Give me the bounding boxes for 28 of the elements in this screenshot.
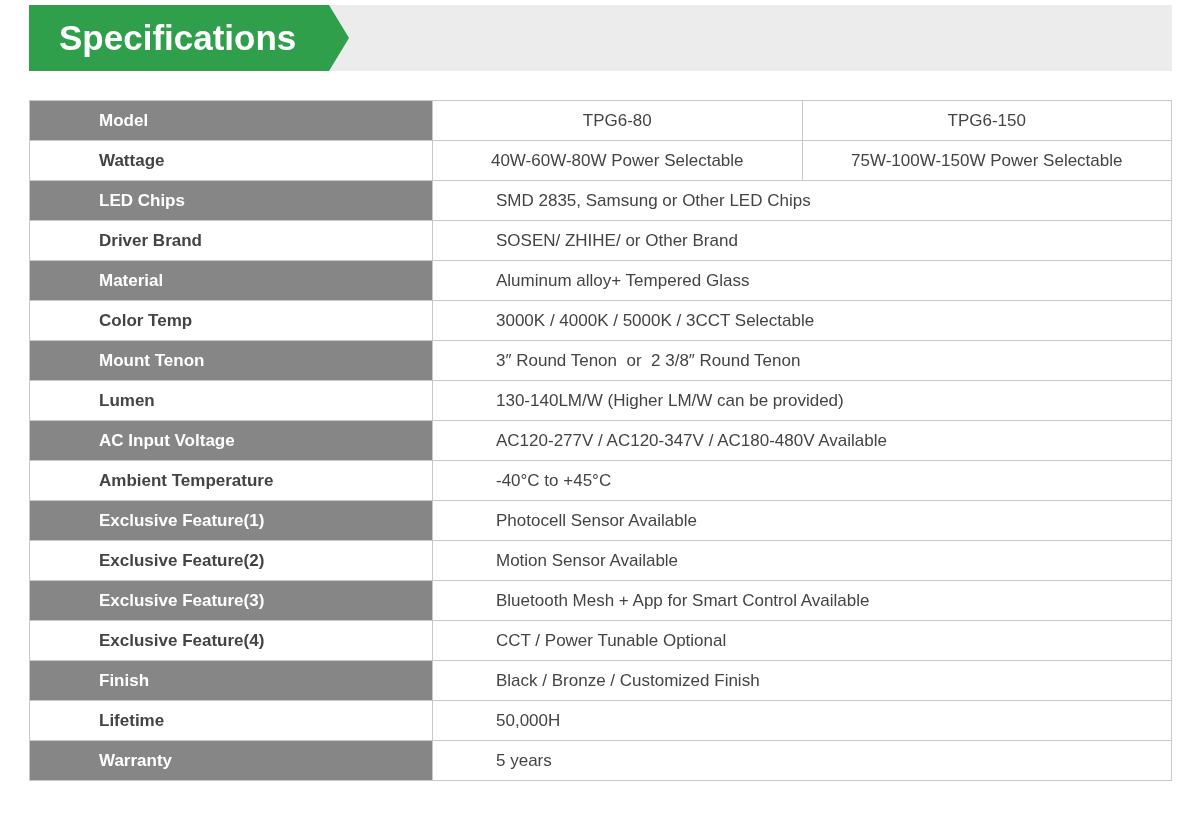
- table-cell-text: -40°C to +45°C: [495, 469, 613, 492]
- table-cell-text: AC120-277V / AC120-347V / AC180-480V Available: [495, 429, 888, 452]
- table-cell-text: TPG6-80: [581, 109, 653, 132]
- table-cell-text: 130-140LM/W (Higher LM/W can be provided): [495, 389, 845, 412]
- table-cell-text: SMD 2835, Samsung or Other LED Chips: [495, 189, 812, 212]
- row-label: AC Input Voltage: [30, 421, 433, 460]
- table-cell-text: SOSEN/ ZHIHE/ or Other Brand: [495, 229, 739, 252]
- row-label: Exclusive Feature(1): [30, 501, 433, 540]
- row-label: Mount Tenon: [30, 341, 433, 380]
- row-label: LED Chips: [30, 181, 433, 220]
- table-cell-text: 3″ Round Tenon or 2 3/8″ Round Tenon: [495, 349, 802, 372]
- row-label: Finish: [30, 661, 433, 700]
- table-cell: 75W-100W-150W Power Selectable: [801, 141, 1171, 180]
- table-cell-text: 5 years: [495, 749, 553, 772]
- table-cell-text: 40W-60W-80W Power Selectable: [489, 149, 745, 172]
- table-cell-text: Black / Bronze / Customized Finish: [495, 669, 761, 692]
- table-cell-text: CCT / Power Tunable Optional: [495, 629, 728, 652]
- table-cell-text: Aluminum alloy+ Tempered Glass: [495, 269, 751, 292]
- table-cell-text: Bluetooth Mesh + App for Smart Control Available: [495, 589, 871, 612]
- table-cell-text: 50,000H: [495, 709, 562, 732]
- row-label: Model: [30, 101, 433, 140]
- table-cell-text: Motion Sensor Available: [495, 549, 680, 572]
- table-cell-text: Photocell Sensor Available: [495, 509, 698, 532]
- row-label: Warranty: [30, 741, 433, 780]
- row-label: Exclusive Feature(3): [30, 581, 433, 620]
- table-cell: TPG6-150: [801, 101, 1171, 140]
- row-label: Material: [30, 261, 433, 300]
- table-cell-text: 3000K / 4000K / 5000K / 3CCT Selectable: [495, 309, 816, 332]
